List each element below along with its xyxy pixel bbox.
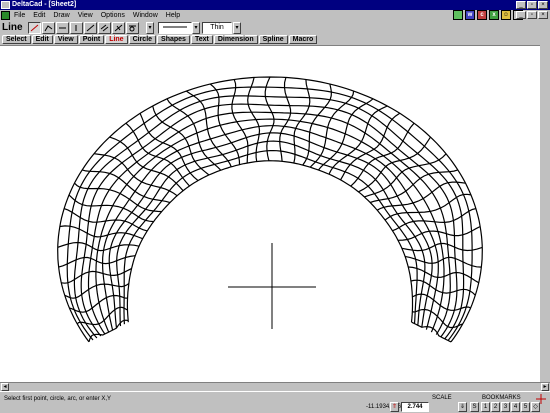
status-bar: Select first point, circle, arc, or ente… [0,391,550,413]
menu-edit[interactable]: Edit [33,10,45,21]
tab-edit[interactable]: Edit [31,35,53,44]
bookmark-2[interactable]: 2 [491,402,500,412]
tab-text[interactable]: Text [190,35,213,44]
status-message: Select first point, circle, arc, or ente… [4,396,112,402]
angle-line-icon [86,24,95,32]
window-title: DeltaCad - [Sheet2] [12,1,77,8]
polyline-icon [44,25,53,32]
restore-button[interactable]: ▫ [527,1,537,9]
tray-blue-icon[interactable]: w [465,10,475,20]
line-tangent-button[interactable] [126,22,139,34]
toolbar-options-dropdown[interactable]: ▾ [146,22,154,34]
parallel-line-icon [100,24,109,32]
tool-tabs: Select Edit View Point Line Circle Shape… [0,35,550,45]
drawing-svg [57,76,483,343]
doc-minimize-button[interactable]: _ [516,11,526,19]
scroll-left-arrow[interactable]: ◂ [1,383,9,391]
line-width-combo[interactable]: Thin [202,22,232,34]
horizontal-line-icon [59,27,66,29]
line-horizontal-button[interactable] [56,22,69,34]
tab-dimension[interactable]: Dimension [213,35,258,44]
document-icon[interactable] [1,11,10,20]
doc-close-button[interactable]: × [538,11,548,19]
tab-macro[interactable]: Macro [288,35,318,44]
bookmark-s[interactable]: S [470,402,479,412]
line-width-dropdown[interactable]: ▾ [233,22,241,34]
menu-bar: File Edit Draw View Options Window Help … [0,10,550,21]
menu-window[interactable]: Window [133,10,158,21]
line-angle-button[interactable] [84,22,97,34]
drawing-canvas[interactable] [0,45,550,382]
tray-excel-icon[interactable]: x [489,10,499,20]
tangent-line-icon [129,25,136,32]
perpendicular-line-icon [114,24,123,32]
scale-label: SCALE [432,395,452,401]
diagonal-line-icon [30,24,39,32]
scale-down-button[interactable]: ⇓ [458,402,467,412]
close-button[interactable]: × [538,1,548,9]
scroll-right-arrow[interactable]: ▸ [541,383,549,391]
menu-options[interactable]: Options [101,10,125,21]
tab-line[interactable]: Line [105,35,128,44]
app-icon[interactable] [1,1,10,9]
line-parallel-button[interactable] [98,22,111,34]
current-mode-label: Line [2,22,23,33]
scale-up-button[interactable]: ⇑ [390,402,399,412]
menu-file[interactable]: File [14,10,25,21]
line-continuous-button[interactable] [42,22,55,34]
line-two-point-button[interactable] [28,22,41,34]
bookmark-3[interactable]: 3 [501,402,510,412]
crosshair-cursor [228,243,316,329]
solid-line-style-icon [163,26,187,28]
bookmark-5[interactable]: 5 [521,402,530,412]
tab-circle[interactable]: Circle [128,35,157,44]
line-style-dropdown[interactable]: ▾ [192,22,200,34]
title-bar: DeltaCad - [Sheet2] _ ▫ × [0,0,550,10]
line-vertical-button[interactable] [70,22,83,34]
doc-restore-button[interactable]: ▫ [527,11,537,19]
tab-shapes[interactable]: Shapes [157,35,190,44]
tray-red-icon[interactable]: c [477,10,487,20]
minimize-button[interactable]: _ [516,1,526,9]
vertical-scrollbar[interactable] [540,45,550,382]
bookmarks-label: BOOKMARKS [482,395,521,401]
horizontal-scrollbar[interactable]: ◂ ▸ [0,382,550,391]
tray-green-icon[interactable] [453,10,463,20]
tool-bar: Line ▾ ▾ Thin ▾ [0,21,550,35]
tab-spline[interactable]: Spline [258,35,288,44]
menu-view[interactable]: View [78,10,93,21]
crescent-mesh-drawing [57,76,483,343]
tab-point[interactable]: Point [78,35,105,44]
line-style-combo[interactable] [158,22,192,34]
snap-crosshair-icon [536,394,546,404]
tray-yellow-icon[interactable]: ☺ [501,10,511,20]
bookmark-4[interactable]: 4 [511,402,520,412]
menu-draw[interactable]: Draw [53,10,69,21]
vertical-line-icon [75,25,77,31]
menu-help[interactable]: Help [166,10,180,21]
tab-select[interactable]: Select [2,35,31,44]
line-perpendicular-button[interactable] [112,22,125,34]
bookmark-1[interactable]: 1 [481,402,490,412]
tab-view[interactable]: View [53,35,78,44]
scale-value[interactable]: 2.744 [401,402,429,412]
